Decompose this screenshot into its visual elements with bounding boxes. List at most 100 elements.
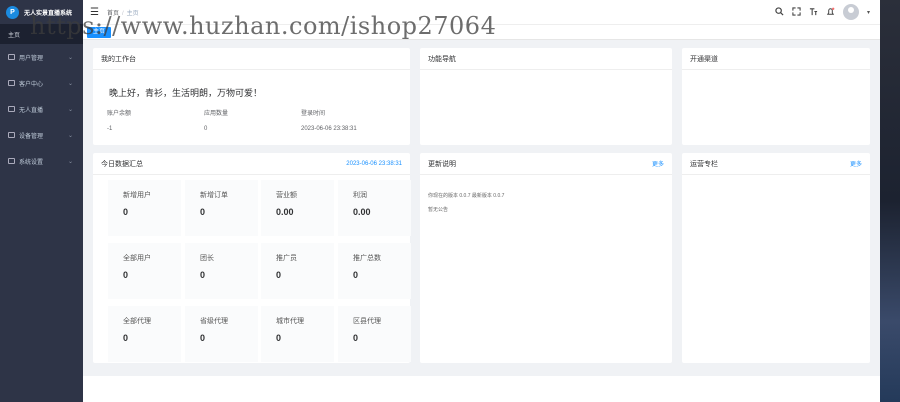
sidebar-item-users[interactable]: 用户管理 ⌄ (0, 44, 83, 70)
card-title: 开通渠道 (690, 55, 718, 63)
tab-home[interactable]: 主页 (87, 27, 112, 38)
breadcrumb: 首页 / 主页 (107, 8, 139, 17)
stat-label: 利润 (353, 192, 367, 199)
sidebar-item-label: 无人直播 (19, 107, 44, 114)
notice-text: 暂无公告 (428, 207, 449, 213)
balance-label: 账户余额 (107, 111, 132, 117)
app-count-label: 应用数量 (204, 111, 229, 117)
avatar[interactable] (842, 4, 859, 20)
sidebar-item-home[interactable]: 主页 (0, 24, 83, 44)
stat-promotion-total[interactable]: 推广总数 0 (338, 243, 411, 299)
channel-card: 开通渠道 (682, 48, 870, 145)
customer-icon (8, 80, 15, 86)
stat-province-agents[interactable]: 省级代理 0 (185, 306, 258, 362)
sidebar-item-label: 主页 (8, 32, 21, 39)
stat-value: 0.00 (276, 207, 294, 217)
version-text: 你现在的版本 0.0.7 最新版本 0.0.7 (428, 193, 505, 199)
sidebar-item-devices[interactable]: 设备管理 ⌄ (0, 122, 83, 148)
stat-label: 推广总数 (353, 255, 381, 262)
sidebar-item-settings[interactable]: 系统设置 ⌄ (0, 148, 83, 174)
stat-all-agents[interactable]: 全部代理 0 (108, 306, 181, 362)
stat-new-users[interactable]: 新增用户 0 (108, 180, 181, 236)
app-count-value: 0 (204, 126, 208, 132)
sidebar-logo[interactable]: P 无人实景直播系统 (0, 0, 83, 24)
settings-icon (8, 158, 15, 164)
card-header: 运营专栏 更多 (682, 153, 870, 175)
sidebar-item-live[interactable]: 无人直播 ⌄ (0, 96, 83, 122)
top-header: ☰ 首页 / 主页 ▾ (83, 0, 880, 24)
stats-date: 2023-06-06 23:38:31 (346, 160, 402, 167)
header-actions: ▾ (775, 4, 870, 20)
stat-all-users[interactable]: 全部用户 0 (108, 243, 181, 299)
sidebar-item-label: 系统设置 (19, 159, 44, 166)
stat-value: 0 (200, 333, 206, 343)
stat-value: 0.00 (353, 207, 371, 217)
workbench-card: 我的工作台 晚上好，青衫，生活明朗，万物可爱！ 账户余额 应用数量 登录时间 -… (93, 48, 410, 145)
today-stats-card: 今日数据汇总 2023-06-06 23:38:31 新增用户 0 新增订单 0 营… (93, 153, 411, 363)
card-title: 我的工作台 (101, 55, 136, 63)
card-title: 今日数据汇总 (101, 160, 143, 168)
stat-label: 推广员 (276, 255, 297, 262)
tags-view-bar: 主页 (83, 24, 880, 40)
sidebar-item-label: 客户中心 (19, 81, 44, 88)
stat-value: 0 (276, 270, 282, 280)
stat-profit[interactable]: 利润 0.00 (338, 180, 411, 236)
stat-label: 全部用户 (123, 255, 151, 262)
greeting-text: 晚上好，青衫，生活明朗，万物可爱！ (109, 88, 263, 98)
login-time-value: 2023-06-06 23:38:31 (301, 126, 357, 132)
stat-value: 0 (123, 207, 129, 217)
stat-label: 新增订单 (200, 192, 228, 199)
balance-value: -1 (107, 126, 113, 132)
stat-value: 0 (276, 333, 282, 343)
stat-district-agents[interactable]: 区县代理 0 (338, 306, 411, 362)
stat-value: 0 (353, 270, 359, 280)
update-content: 你现在的版本 0.0.7 最新版本 0.0.7 暂无公告 (420, 175, 672, 217)
card-title: 运营专栏 (690, 160, 718, 168)
stat-label: 省级代理 (200, 318, 228, 325)
footer (83, 376, 880, 402)
stat-label: 全部代理 (123, 318, 151, 325)
sidebar-item-label: 设备管理 (19, 133, 44, 140)
stat-label: 城市代理 (276, 318, 304, 325)
quick-nav-card: 功能导航 (420, 48, 672, 145)
breadcrumb-current: 主页 (126, 10, 139, 17)
caret-down-icon[interactable]: ▾ (867, 9, 870, 16)
stat-leaders[interactable]: 团长 0 (185, 243, 258, 299)
card-header: 开通渠道 (682, 48, 870, 70)
breadcrumb-home[interactable]: 首页 (107, 11, 119, 17)
more-link[interactable]: 更多 (652, 159, 664, 168)
stat-value: 0 (200, 207, 206, 217)
card-title: 功能导航 (428, 55, 456, 63)
fullscreen-icon[interactable] (792, 6, 801, 18)
stat-promoters[interactable]: 推广员 0 (261, 243, 334, 299)
breadcrumb-separator: / (121, 10, 124, 17)
stat-new-orders[interactable]: 新增订单 0 (185, 180, 258, 236)
background-right-strip (880, 0, 900, 402)
sidebar-item-customers[interactable]: 客户中心 ⌄ (0, 70, 83, 96)
chevron-down-icon: ⌄ (67, 158, 73, 165)
hamburger-icon[interactable]: ☰ (90, 7, 99, 18)
search-icon[interactable] (775, 6, 784, 18)
sidebar-item-label: 用户管理 (19, 55, 44, 62)
card-title: 更新说明 (428, 160, 456, 168)
logo-icon: P (6, 5, 19, 19)
operations-column-card: 运营专栏 更多 (682, 153, 870, 363)
stat-value: 0 (353, 333, 359, 343)
chevron-down-icon: ⌄ (67, 54, 73, 61)
stat-revenue[interactable]: 营业额 0.00 (261, 180, 334, 236)
stat-city-agents[interactable]: 城市代理 0 (261, 306, 334, 362)
user-icon (8, 54, 15, 60)
stat-label: 新增用户 (123, 192, 151, 199)
update-notes-card: 更新说明 更多 你现在的版本 0.0.7 最新版本 0.0.7 暂无公告 (420, 153, 672, 363)
stat-label: 营业额 (276, 192, 297, 199)
app-title: 无人实景直播系统 (24, 10, 73, 17)
device-icon (8, 132, 15, 138)
more-link[interactable]: 更多 (850, 159, 862, 168)
stat-label: 区县代理 (353, 318, 381, 325)
login-time-label: 登录时间 (301, 111, 326, 117)
account-info-grid: 账户余额 应用数量 登录时间 -1 0 2023-06-06 23:38:31 (107, 108, 421, 132)
notification-bell-icon[interactable] (826, 7, 835, 18)
chevron-down-icon: ⌄ (67, 106, 73, 113)
font-size-icon[interactable] (809, 7, 818, 18)
chevron-down-icon: ⌄ (67, 132, 73, 139)
